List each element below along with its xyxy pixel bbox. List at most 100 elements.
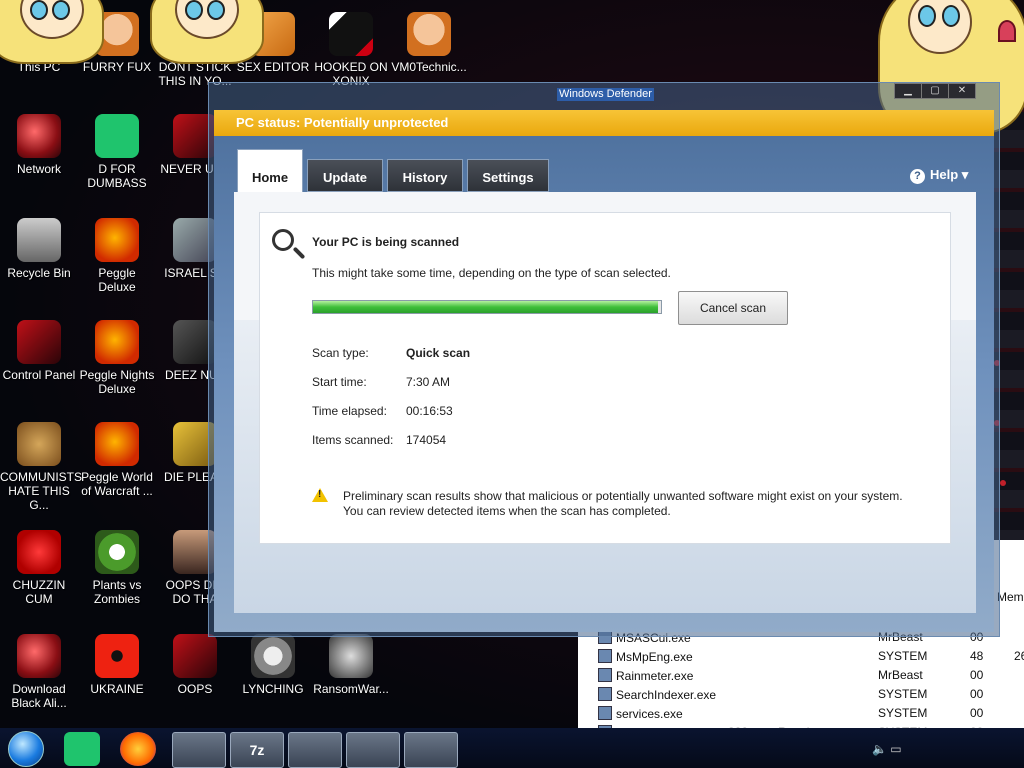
minimize-button[interactable]: ▁ (894, 83, 922, 99)
desktop-icon[interactable]: LYNCHING (234, 634, 312, 696)
desktop-icon[interactable]: COMMUNISTS HATE THIS G... (0, 422, 82, 512)
table-cell-cpu: 00 (970, 687, 984, 701)
desktop-icon[interactable]: Recycle Bin (0, 218, 78, 280)
cartoon-sticker-top-left (0, 0, 270, 64)
items-scanned-label: Items scanned: (312, 433, 394, 447)
desktop-icon[interactable]: Network (0, 114, 78, 176)
desktop-icon[interactable]: Peggle World of Warcraft ... (78, 422, 156, 498)
game-icon (329, 12, 373, 56)
network-tray-icon[interactable]: ▭ (890, 742, 901, 756)
desktop-icon[interactable]: D FOR DUMBASS (78, 114, 156, 190)
firefox-icon (120, 732, 156, 766)
table-row[interactable]: MsMpEng.exe SYSTEM 48 26 (578, 647, 1024, 666)
scan-progress-fill (313, 301, 658, 313)
window-title: Windows Defender (557, 88, 654, 101)
scan-warning-line2: You can review detected items when the s… (343, 504, 671, 518)
pc-status-bar: PC status: Potentially unprotected (214, 110, 994, 136)
tab-update[interactable]: Update (307, 159, 383, 192)
chat-icon (95, 114, 139, 158)
table-row[interactable]: SearchIndexer.exe SYSTEM 00 (578, 685, 1024, 704)
tab-history[interactable]: History (387, 159, 463, 192)
control-panel-icon (17, 320, 61, 364)
desktop-icon[interactable]: RansomWar... (312, 634, 390, 696)
scan-type-label: Scan type: (312, 346, 369, 360)
wallpaper-light (1000, 480, 1006, 486)
time-elapsed-value: 00:16:53 (406, 404, 453, 418)
desktop-icon-label: D FOR DUMBASS (87, 162, 147, 190)
desktop-icon[interactable]: HOOKED ON XONIX (312, 12, 390, 88)
taskbar-button[interactable] (346, 732, 400, 768)
scan-type-value: Quick scan (406, 346, 471, 360)
file-explorer-icon (173, 733, 225, 767)
taskbar-button[interactable]: 7z (230, 732, 284, 768)
desktop-icon-label: FURRY FUX (82, 60, 152, 74)
scan-progress-bar (312, 300, 662, 314)
desktop-icon-label: Plants vs Zombies (92, 578, 142, 606)
peggle-icon (95, 218, 139, 262)
desktop-icon-label: VM0Technic... (391, 60, 467, 74)
desktop-icon-label: Peggle World of Warcraft ... (81, 470, 153, 498)
peggle-icon (95, 320, 139, 364)
table-cell-cpu: 00 (970, 706, 984, 720)
warning-icon (312, 488, 328, 502)
process-icon (598, 649, 612, 663)
table-cell-name: MsMpEng.exe (598, 649, 693, 664)
table-cell-mem: 26 (1014, 649, 1024, 663)
desktop-icon[interactable]: UKRAINE (78, 634, 156, 696)
desktop-icon[interactable]: Control Panel (0, 320, 78, 382)
start-button[interactable] (8, 731, 44, 767)
desktop-icon-label: LYNCHING (242, 682, 304, 696)
chevron-down-icon: ▾ (961, 167, 969, 182)
table-cell-user: MrBeast (878, 668, 923, 682)
close-button[interactable]: ✕ (948, 83, 976, 99)
desktop-icon[interactable]: Plants vs Zombies (78, 530, 156, 606)
desktop-icon-label: SEX EDITOR (236, 60, 310, 74)
desktop-icon-label: RansomWar... (313, 682, 389, 696)
taskbar-button[interactable] (404, 732, 458, 768)
process-icon (598, 706, 612, 720)
task-manager-column-header[interactable]: Mem (997, 590, 1024, 604)
maximize-button[interactable]: ▢ (921, 83, 949, 99)
desktop-icon[interactable]: OOPS (156, 634, 234, 696)
desktop-icon-label: Peggle Deluxe (98, 266, 136, 294)
table-cell-cpu: 48 (970, 649, 984, 663)
table-cell-user: SYSTEM (878, 687, 928, 701)
table-cell-cpu: 00 (970, 668, 984, 682)
items-scanned-value: 174054 (406, 433, 447, 447)
desktop-icon-label: OOPS (177, 682, 213, 696)
volume-icon[interactable]: 🔈 (872, 742, 887, 756)
cancel-scan-button[interactable]: Cancel scan (678, 291, 788, 325)
desktop-icon[interactable]: Download Black Ali... (0, 634, 78, 710)
desktop-icon[interactable]: Peggle Nights Deluxe (78, 320, 156, 396)
table-row[interactable]: services.exe SYSTEM 00 (578, 704, 1024, 723)
wall-icon (289, 733, 341, 767)
taskbar-button[interactable] (172, 732, 226, 768)
chat-icon (64, 732, 100, 766)
taskbar-button[interactable] (288, 732, 342, 768)
desktop-icon-label: COMMUNISTS HATE THIS G... (0, 470, 82, 512)
desktop-icon[interactable]: CHUZZIN CUM (0, 530, 78, 606)
start-time-value: 7:30 AM (406, 375, 451, 389)
help-menu[interactable]: ? Help ▾ (910, 167, 968, 184)
network-icon (17, 634, 61, 678)
desktop-icon-label: CHUZZIN CUM (12, 578, 66, 606)
taskbar-button[interactable] (120, 732, 156, 766)
desktop-icon[interactable]: Peggle Deluxe (78, 218, 156, 294)
tab-home[interactable]: Home (237, 149, 303, 194)
help-label: Help (930, 167, 959, 182)
start-time-label: Start time: (312, 375, 367, 389)
chuzzle-icon (17, 530, 61, 574)
search-icon (272, 229, 294, 251)
peggle-icon (95, 422, 139, 466)
lynching-icon (251, 634, 295, 678)
table-cell-name: services.exe (598, 706, 683, 721)
desktop-icon-label: Control Panel (2, 368, 76, 382)
table-cell-name: Rainmeter.exe (598, 668, 693, 683)
plant-icon (95, 530, 139, 574)
desktop-icon[interactable]: VM0Technic... (390, 12, 468, 74)
taskbar-button[interactable] (64, 732, 100, 766)
process-icon (598, 668, 612, 682)
skull-icon (329, 634, 373, 678)
table-row[interactable]: Rainmeter.exe MrBeast 00 (578, 666, 1024, 685)
tab-settings[interactable]: Settings (467, 159, 549, 192)
